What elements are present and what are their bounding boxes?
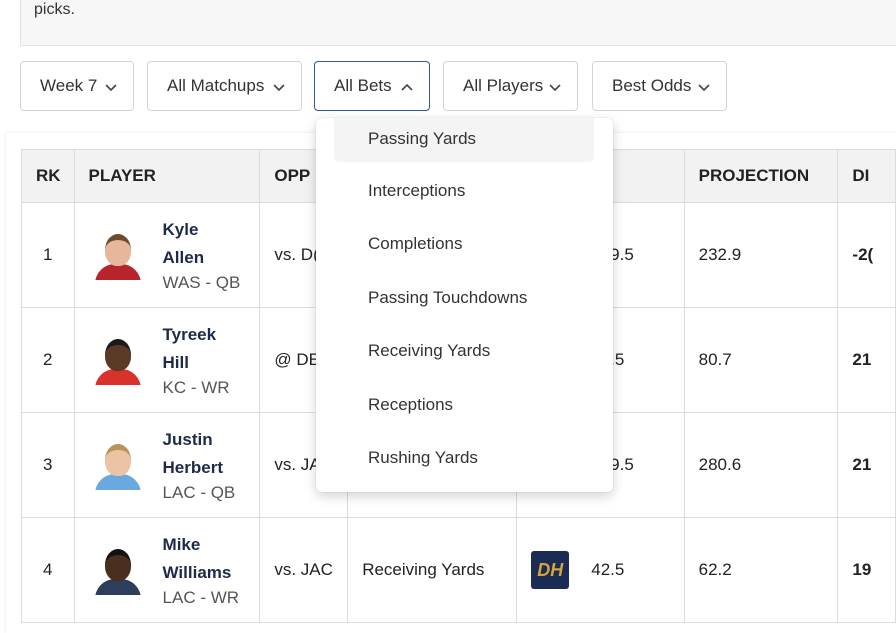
- player-filter[interactable]: All Players: [443, 61, 578, 111]
- player-last-name[interactable]: Hill: [163, 349, 230, 377]
- diff-cell: 21: [837, 307, 896, 413]
- rank-cell: 2: [21, 307, 75, 413]
- rank-cell: 4: [21, 517, 75, 623]
- bet-cell: Receiving Yards: [347, 517, 518, 623]
- chevron-down-icon: [273, 84, 285, 92]
- rank-cell: 3: [21, 412, 75, 518]
- matchup-filter-label: All Matchups: [167, 76, 265, 95]
- odds-filter-label: Best Odds: [612, 76, 692, 95]
- player-headshot: [93, 335, 143, 385]
- chevron-down-icon: [698, 84, 710, 92]
- intro-text-box: picks.: [20, 0, 896, 46]
- opponent-cell: vs. JAC: [259, 517, 349, 623]
- dropdown-option-receptions[interactable]: Receptions: [334, 382, 594, 428]
- dropdown-option-passing-yards[interactable]: Passing Yards: [334, 116, 594, 162]
- player-first-name[interactable]: Tyreek: [163, 321, 230, 349]
- player-cell: Tyreek Hill KC - WR: [73, 307, 261, 413]
- projection-cell: 62.2: [683, 517, 839, 623]
- diff-cell: -2(: [837, 202, 896, 308]
- player-headshot: [93, 230, 143, 280]
- diff-cell: 21: [837, 412, 896, 518]
- bet-type-filter-label: All Bets: [334, 76, 392, 95]
- player-cell: Mike Williams LAC - WR: [73, 517, 261, 623]
- player-team-position: KC - WR: [162, 378, 230, 397]
- col-header-player[interactable]: PLAYER: [73, 149, 261, 203]
- projection-cell: 280.6: [683, 412, 839, 518]
- player-team-position: LAC - WR: [162, 588, 240, 607]
- player-headshot: [93, 545, 143, 595]
- player-last-name[interactable]: Allen: [163, 244, 241, 272]
- week-filter-label: Week 7: [40, 76, 98, 95]
- player-headshot: [93, 440, 143, 490]
- player-last-name[interactable]: Williams: [163, 559, 240, 587]
- dropdown-option-receiving-yards[interactable]: Receiving Yards: [334, 328, 594, 374]
- line-cell: DH 42.5: [516, 517, 685, 623]
- week-filter[interactable]: Week 7: [20, 61, 134, 111]
- intro-text: picks.: [34, 1, 75, 18]
- line-value: 42.5: [591, 560, 625, 579]
- table-row: 4 Mike Williams LAC - WR vs. JAC Receivi…: [21, 517, 896, 623]
- col-header-projection[interactable]: PROJECTION: [683, 149, 839, 203]
- dropdown-option-interceptions[interactable]: Interceptions: [334, 168, 594, 214]
- bet-type-filter[interactable]: All Bets: [314, 61, 430, 111]
- chevron-down-icon: [105, 84, 117, 92]
- player-first-name[interactable]: Mike: [163, 531, 240, 559]
- dropdown-option-passing-touchdowns[interactable]: Passing Touchdowns: [334, 275, 594, 321]
- player-first-name[interactable]: Kyle: [163, 216, 241, 244]
- player-cell: Kyle Allen WAS - QB: [73, 202, 261, 308]
- player-cell: Justin Herbert LAC - QB: [73, 412, 261, 518]
- player-last-name[interactable]: Herbert: [163, 454, 236, 482]
- player-filter-label: All Players: [463, 76, 544, 95]
- rank-cell: 1: [21, 202, 75, 308]
- chevron-down-icon: [549, 84, 561, 92]
- dropdown-option-rushing-yards[interactable]: Rushing Yards: [334, 435, 594, 481]
- player-team-position: WAS - QB: [162, 273, 241, 292]
- bet-type-dropdown-menu: Passing Yards Interceptions Completions …: [316, 116, 613, 492]
- player-team-position: LAC - QB: [162, 483, 236, 502]
- projection-cell: 232.9: [683, 202, 839, 308]
- projection-cell: 80.7: [683, 307, 839, 413]
- col-header-diff[interactable]: DI: [837, 149, 896, 203]
- col-header-rank[interactable]: RK: [21, 149, 75, 203]
- diff-cell: 19: [837, 517, 896, 623]
- odds-filter[interactable]: Best Odds: [592, 61, 727, 111]
- player-first-name[interactable]: Justin: [163, 426, 236, 454]
- dropdown-option-completions[interactable]: Completions: [334, 221, 594, 267]
- sportsbook-logo[interactable]: DH: [531, 551, 570, 589]
- matchup-filter[interactable]: All Matchups: [147, 61, 302, 111]
- chevron-up-icon: [401, 83, 413, 91]
